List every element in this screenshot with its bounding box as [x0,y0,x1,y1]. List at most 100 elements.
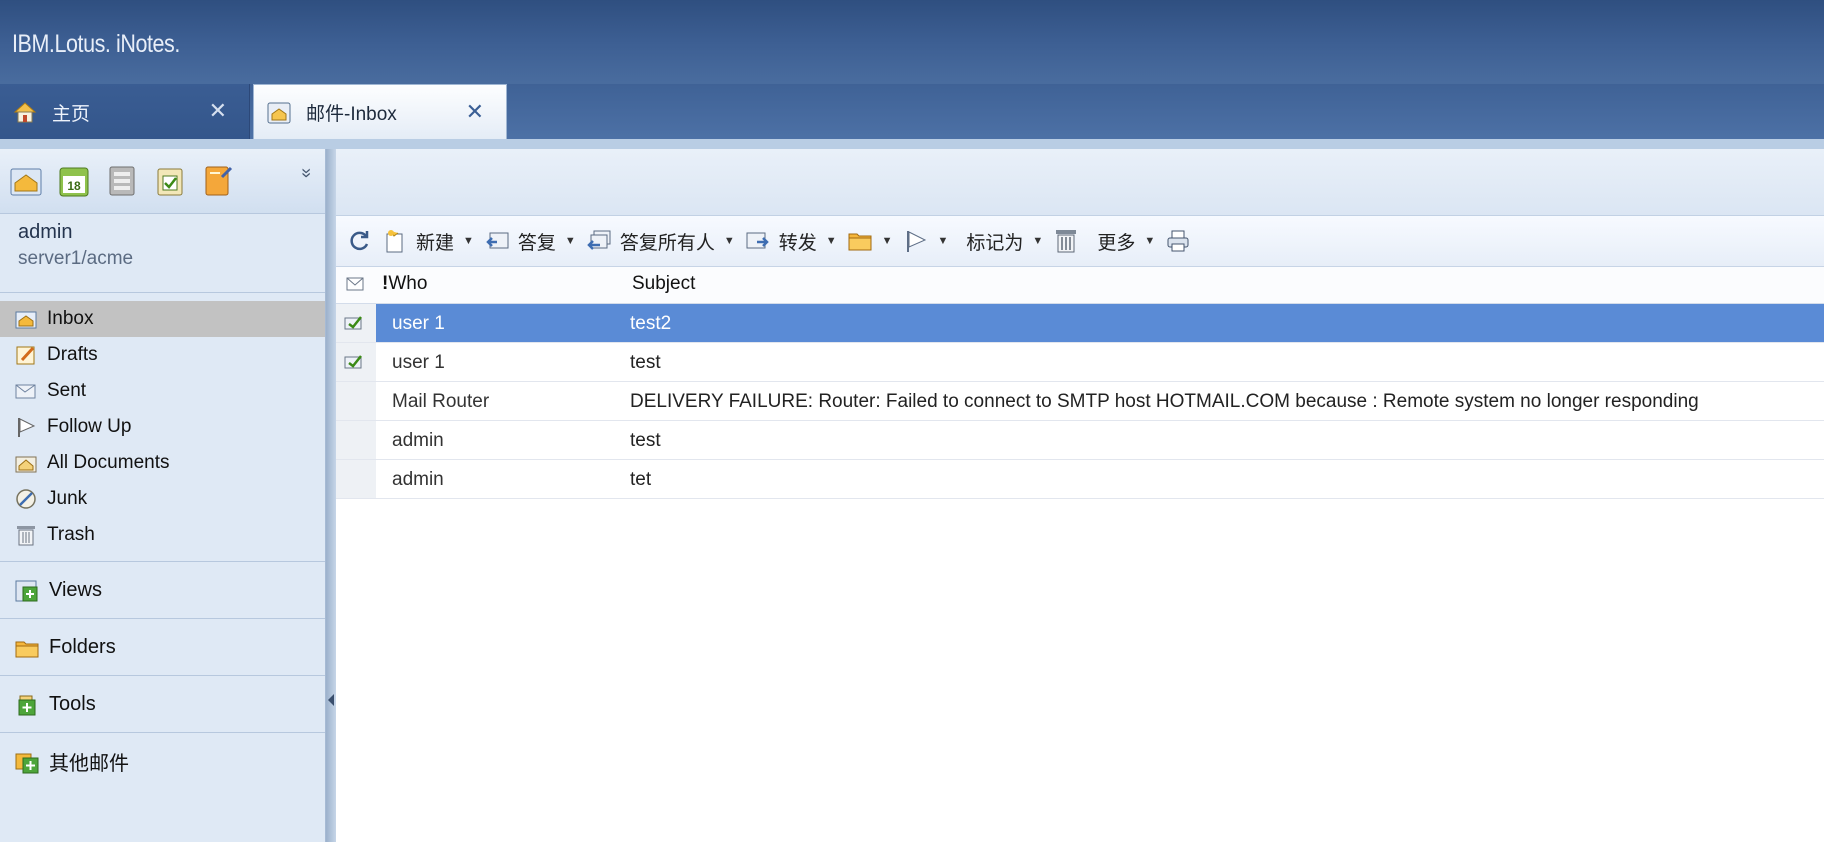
row-subject: DELIVERY FAILURE: Router: Failed to conn… [630,391,1699,412]
row-who: admin [392,469,444,490]
sidebar-item-follow-up[interactable]: Follow Up [0,409,325,445]
refresh-button[interactable] [346,228,372,254]
sidebar-item-drafts[interactable]: Drafts [0,337,325,373]
reply-button[interactable]: 答复 ▼ [484,228,576,255]
follow-up-button[interactable]: ▼ [903,228,949,254]
dropdown-caret-icon[interactable]: ▼ [1144,235,1155,247]
calendar-day: 18 [67,179,81,193]
drafts-icon [14,343,38,367]
row-subject: test [630,352,661,373]
sent-icon [14,379,38,403]
move-to-folder-button[interactable]: ▼ [847,228,893,254]
mark-as-label: 标记为 [966,232,1024,254]
reply-label: 答复 [517,232,556,254]
reply-all-label: 答复所有人 [619,232,715,254]
sidebar-item-all-documents[interactable]: All Documents [0,445,325,481]
reply-all-button[interactable]: 答复所有人 ▼ [586,228,735,255]
sidebar-section-views[interactable]: Views [0,563,325,618]
sidebar-section-folders[interactable]: Folders [0,620,325,675]
user-server: server1/acme [18,248,134,269]
sidebar-item-inbox[interactable]: Inbox [0,301,325,337]
mail-view: 新建 ▼ 答复 ▼ 答复所有人 ▼ 转发 ▼ ▼ ▼ 标记为 ▼ 更多 ▼ !W… [336,149,1824,842]
sidebar-section-tools[interactable]: Tools [0,677,325,732]
dropdown-caret-icon[interactable]: ▼ [565,235,576,247]
replied-icon [343,353,365,371]
sidebar-item-label: Drafts [47,344,98,365]
sidebar: 18 » admin server1/acme Inbox Drafts Sen… [0,149,326,842]
table-row[interactable]: admin test [336,421,1824,460]
new-document-icon [382,228,408,254]
table-row[interactable]: Mail Router DELIVERY FAILURE: Router: Fa… [336,382,1824,421]
table-row[interactable]: admin tet [336,460,1824,499]
dropdown-caret-icon[interactable]: ▼ [463,235,474,247]
row-who: user 1 [392,313,445,334]
close-icon[interactable]: ✕ [466,99,484,125]
new-button[interactable]: 新建 ▼ [382,228,474,255]
sidebar-item-label: Trash [47,524,95,545]
tab-home-label: 主页 [52,103,91,125]
sidebar-item-label: Junk [47,488,88,509]
trash-icon [1053,228,1079,254]
row-gutter [336,460,376,498]
dropdown-caret-icon[interactable]: ▼ [882,235,893,247]
mail-app-icon[interactable] [8,163,44,199]
notebook-app-icon[interactable] [200,163,236,199]
dropdown-caret-icon[interactable]: ▼ [1032,235,1043,247]
user-block: admin server1/acme [18,221,133,270]
tab-inbox[interactable]: 邮件-Inbox ✕ [253,84,507,140]
divider [0,561,325,562]
table-row[interactable]: user 1 test [336,343,1824,382]
flag-icon [14,415,38,439]
sidebar-section-label: Views [49,579,102,601]
more-button[interactable]: 更多 ▼ [1089,228,1155,255]
tab-home[interactable]: 主页 ✕ [0,84,250,140]
dropdown-caret-icon[interactable]: ▼ [826,235,837,247]
app-launcher: 18 » [0,149,325,214]
flag-icon [903,228,929,254]
mark-as-button[interactable]: 标记为 ▼ [958,228,1043,255]
delete-button[interactable] [1053,228,1079,254]
sidebar-item-sent[interactable]: Sent [0,373,325,409]
message-list: user 1 test2 user 1 test Mail Router DEL… [336,304,1824,499]
sidebar-item-label: Follow Up [47,416,132,437]
close-icon[interactable]: ✕ [209,98,227,124]
row-who: Mail Router [392,391,490,412]
more-apps-icon[interactable]: » [297,168,317,178]
print-button[interactable] [1165,228,1191,254]
more-label: 更多 [1097,232,1136,254]
other-mail-icon [14,749,40,775]
sidebar-item-trash[interactable]: Trash [0,517,325,553]
forward-label: 转发 [778,232,817,254]
envelope-icon[interactable] [346,275,364,291]
new-label: 新建 [416,232,455,254]
user-name: admin [18,221,73,243]
forward-icon [745,228,771,254]
dropdown-caret-icon[interactable]: ▼ [938,235,949,247]
contacts-app-icon[interactable] [104,163,140,199]
sidebar-section-label: 其他邮件 [49,753,129,775]
forward-button[interactable]: 转发 ▼ [745,228,837,255]
table-row[interactable]: user 1 test2 [336,304,1824,343]
sidebar-section-other-mail[interactable]: 其他邮件 [0,734,325,789]
tab-strip: 主页 ✕ 邮件-Inbox ✕ [0,84,1824,140]
row-gutter [336,304,376,342]
calendar-app-icon[interactable]: 18 [56,163,92,199]
row-who: admin [392,430,444,451]
column-header-who[interactable]: !Who [382,273,427,295]
mail-toolbar: 新建 ▼ 答复 ▼ 答复所有人 ▼ 转发 ▼ ▼ ▼ 标记为 ▼ 更多 ▼ [336,216,1824,267]
sidebar-item-junk[interactable]: Junk [0,481,325,517]
reply-icon [484,228,510,254]
app-banner: IBM.Lotus. iNotes. [0,0,1824,86]
list-header: !Who Subject [336,267,1824,304]
row-who: user 1 [392,352,445,373]
all-documents-icon [14,451,38,475]
dropdown-caret-icon[interactable]: ▼ [724,235,735,247]
row-subject: test [630,430,661,451]
trash-icon [14,523,38,547]
row-gutter [336,421,376,459]
row-subject: test2 [630,313,672,334]
todo-app-icon[interactable] [152,163,188,199]
collapse-arrow-icon[interactable] [328,694,334,706]
sidebar-splitter[interactable] [326,149,336,842]
column-header-subject[interactable]: Subject [632,273,695,295]
